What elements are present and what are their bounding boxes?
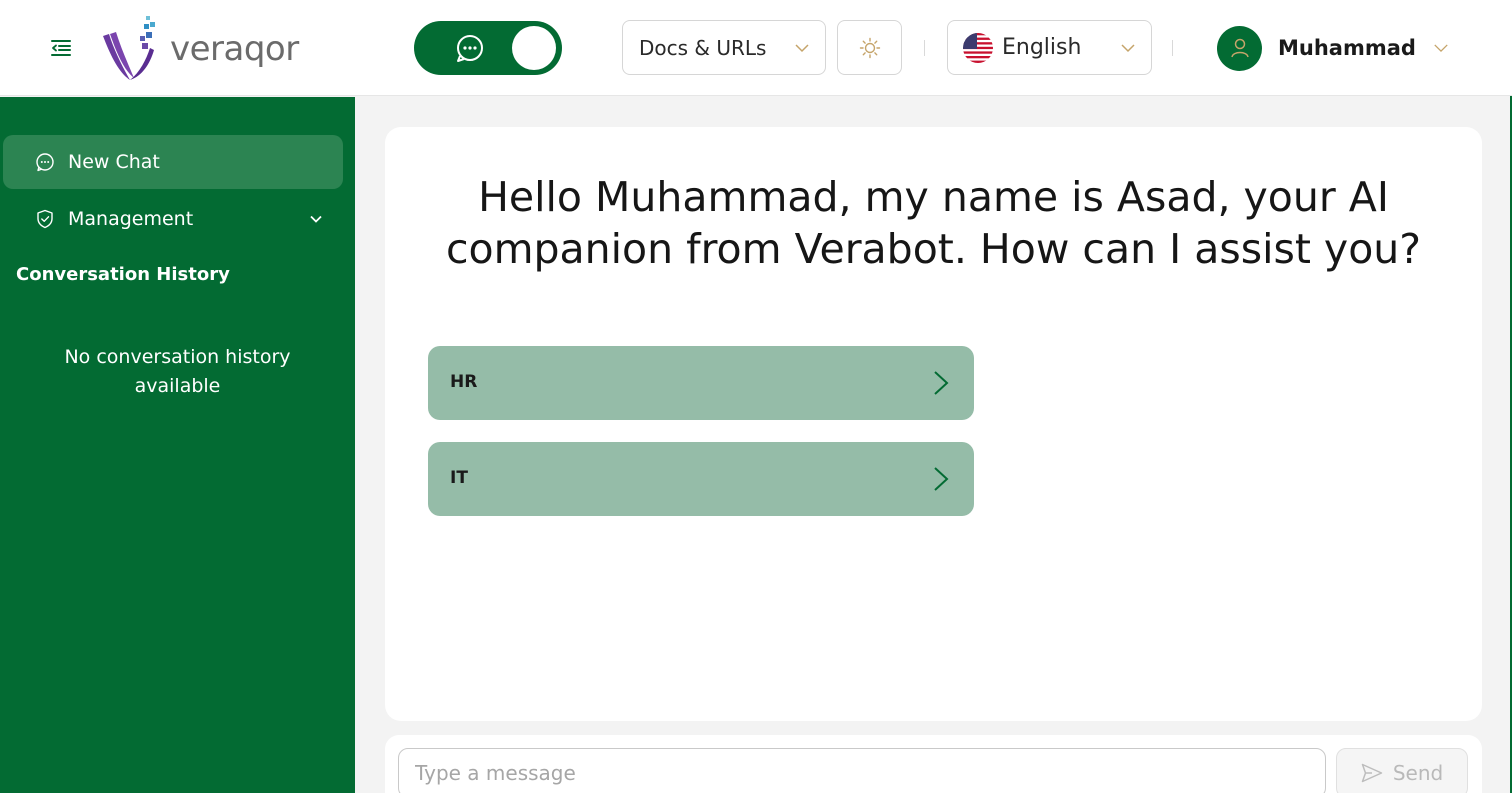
sidebar-item-label: New Chat	[68, 151, 160, 173]
topic-card-hr[interactable]: HR	[428, 346, 974, 420]
greeting-message: Hello Muhammad, my name is Asad, your AI…	[445, 173, 1422, 273]
send-icon	[1361, 763, 1383, 783]
chevron-down-icon	[310, 215, 322, 223]
send-button[interactable]: Send	[1336, 748, 1468, 793]
sidebar-item-label: Management	[68, 208, 194, 230]
conversation-history-heading: Conversation History	[16, 264, 230, 285]
topic-label: HR	[450, 372, 478, 392]
docs-select-value: Docs & URLs	[639, 35, 767, 60]
topic-label: IT	[450, 468, 468, 488]
chevron-down-icon	[1121, 44, 1135, 53]
avatar	[1217, 25, 1262, 71]
shield-check-icon	[37, 209, 53, 229]
user-menu[interactable]: Muhammad	[1217, 25, 1448, 71]
header-divider	[924, 40, 925, 56]
logo-mark-icon	[103, 16, 155, 80]
send-label: Send	[1392, 761, 1444, 785]
sidebar: New Chat Management Conversation History…	[0, 97, 355, 793]
history-empty-text: No conversation history available	[64, 346, 291, 397]
toggle-knob	[512, 26, 556, 70]
chevron-down-icon	[795, 44, 809, 53]
sidebar-item-management[interactable]: Management	[3, 192, 343, 246]
sidebar-item-new-chat[interactable]: New Chat	[3, 135, 343, 189]
message-input[interactable]	[398, 748, 1326, 793]
sun-icon	[859, 37, 880, 58]
topic-card-it[interactable]: IT	[428, 442, 974, 516]
app-header: veraqor Docs & URLs English Muhammad	[0, 0, 1512, 96]
language-select[interactable]: English	[947, 20, 1152, 75]
chat-panel: Hello Muhammad, my name is Asad, your AI…	[385, 127, 1482, 721]
collapse-sidebar-button[interactable]	[48, 36, 74, 60]
message-composer: Send	[385, 735, 1482, 793]
chat-mode-toggle[interactable]	[414, 21, 562, 75]
chat-bubble-icon	[457, 35, 483, 62]
chat-bubble-icon	[36, 153, 54, 172]
chevron-right-icon	[934, 467, 949, 491]
theme-toggle-button[interactable]	[837, 20, 902, 75]
chevron-down-icon	[1434, 44, 1448, 52]
header-divider	[1172, 40, 1173, 56]
user-icon	[1230, 38, 1249, 58]
language-select-value: English	[1002, 35, 1082, 60]
logo-text: veraqor	[170, 29, 299, 69]
veraqor-logo[interactable]: veraqor	[100, 14, 299, 84]
us-flag-icon	[963, 32, 993, 63]
user-name: Muhammad	[1278, 36, 1416, 60]
menu-collapse-icon	[51, 40, 71, 56]
docs-source-select[interactable]: Docs & URLs	[622, 20, 826, 75]
chevron-right-icon	[934, 371, 949, 395]
history-empty-message: No conversation history available	[0, 343, 355, 401]
